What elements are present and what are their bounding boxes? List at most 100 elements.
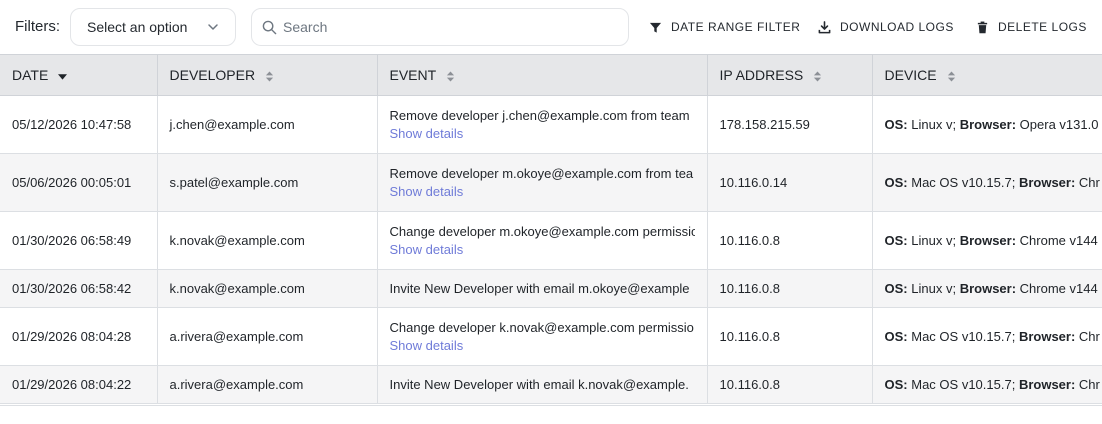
date-cell: 01/29/2026 08:04:28 — [0, 307, 158, 366]
os-value: Linux v; — [911, 117, 957, 132]
sort-icon — [446, 71, 454, 82]
browser-value: Opera v131.0 — [1019, 117, 1099, 132]
developer-cell: a.rivera@example.com — [157, 365, 378, 404]
developer-cell: a.rivera@example.com — [157, 307, 378, 366]
developer-cell: s.patel@example.com — [157, 153, 378, 212]
table-row[interactable]: 01/29/2026 08:04:22 a.rivera@example.com… — [0, 365, 1102, 404]
os-label: OS: — [884, 117, 908, 132]
date-cell: 05/06/2026 00:05:01 — [0, 153, 158, 212]
browser-value: Chr — [1078, 329, 1100, 344]
device-cell: OS: Mac OS v10.15.7; Browser: Chr — [872, 307, 1102, 366]
ip-address-cell: 178.158.215.59 — [707, 95, 873, 154]
funnel-icon — [649, 22, 662, 33]
os-label: OS: — [884, 281, 908, 296]
os-value: Mac OS v10.15.7; — [911, 175, 1016, 190]
table-row[interactable]: 01/30/2026 06:58:49 k.novak@example.com … — [0, 211, 1102, 270]
event-text: Remove developer j.chen@example.com from… — [389, 107, 690, 123]
device-cell: OS: Mac OS v10.15.7; Browser: Chr — [872, 365, 1102, 404]
download-logs-label: DOWNLOAD LOGS — [840, 20, 954, 34]
column-header-date-label: DATE — [12, 67, 49, 83]
developer-cell: k.novak@example.com — [157, 269, 378, 308]
event-text: Invite New Developer with email m.okoye@… — [389, 280, 690, 296]
browser-label: Browser: — [1018, 377, 1076, 392]
column-header-event[interactable]: EVENT — [377, 54, 708, 96]
device-cell: OS: Linux v; Browser: Chrome v144 — [872, 211, 1102, 270]
browser-value: Chr — [1078, 175, 1100, 190]
os-label: OS: — [884, 377, 908, 392]
filter-select[interactable]: Select an option — [70, 8, 236, 46]
chevron-down-icon — [208, 24, 218, 30]
os-value: Linux v; — [911, 233, 957, 248]
download-icon — [818, 20, 831, 33]
event-text: Change developer m.okoye@example.com per… — [389, 223, 695, 239]
show-details-link[interactable]: Show details — [390, 125, 695, 143]
column-header-ip-address-label: IP ADDRESS — [719, 67, 804, 83]
trash-icon — [977, 21, 988, 33]
event-cell: Remove developer j.chen@example.com from… — [377, 95, 708, 154]
column-header-developer[interactable]: DEVELOPER — [157, 54, 378, 96]
device-cell: OS: Linux v; Browser: Opera v131.0 — [872, 95, 1102, 154]
event-text: Invite New Developer with email k.novak@… — [389, 376, 689, 392]
search-input[interactable] — [283, 15, 613, 39]
column-header-ip-address[interactable]: IP ADDRESS — [707, 54, 873, 96]
column-header-developer-label: DEVELOPER — [169, 67, 256, 83]
table-row[interactable]: 05/12/2026 10:47:58 j.chen@example.com R… — [0, 95, 1102, 154]
delete-logs-label: DELETE LOGS — [998, 20, 1087, 34]
os-value: Mac OS v10.15.7; — [911, 329, 1016, 344]
browser-label: Browser: — [959, 281, 1017, 296]
logs-table: DATE DEVELOPER EVENT IP ADDRESS DEVICE 0… — [0, 54, 1102, 404]
column-header-date[interactable]: DATE — [0, 54, 158, 96]
show-details-link[interactable]: Show details — [390, 337, 695, 355]
browser-label: Browser: — [959, 117, 1017, 132]
search-box[interactable] — [251, 8, 629, 46]
date-cell: 01/30/2026 06:58:42 — [0, 269, 158, 308]
column-header-event-label: EVENT — [389, 67, 436, 83]
developer-cell: k.novak@example.com — [157, 211, 378, 270]
logs-table-container[interactable]: DATE DEVELOPER EVENT IP ADDRESS DEVICE 0… — [0, 54, 1102, 406]
column-header-device-label: DEVICE — [884, 67, 937, 83]
table-row[interactable]: 01/30/2026 06:58:42 k.novak@example.com … — [0, 269, 1102, 308]
sort-icon — [265, 71, 274, 82]
toolbar: Filters: Select an option DATE RANGE FIL… — [0, 0, 1102, 54]
sort-icon — [814, 71, 822, 82]
ip-address-cell: 10.116.0.8 — [707, 307, 873, 366]
os-label: OS: — [884, 329, 908, 344]
event-text: Remove developer m.okoye@example.com fro… — [389, 165, 694, 181]
browser-value: Chr — [1078, 377, 1100, 392]
ip-address-cell: 10.116.0.8 — [707, 365, 873, 404]
browser-label: Browser: — [1018, 329, 1076, 344]
table-row[interactable]: 05/06/2026 00:05:01 s.patel@example.com … — [0, 153, 1102, 212]
device-cell: OS: Linux v; Browser: Chrome v144 — [872, 269, 1102, 308]
browser-value: Chrome v144 — [1019, 281, 1098, 296]
browser-label: Browser: — [959, 233, 1017, 248]
browser-label: Browser: — [1018, 175, 1076, 190]
event-cell: Remove developer m.okoye@example.com fro… — [377, 153, 708, 212]
date-cell: 01/30/2026 06:58:49 — [0, 211, 158, 270]
date-range-filter-button[interactable]: DATE RANGE FILTER — [649, 18, 800, 36]
os-label: OS: — [884, 233, 908, 248]
event-cell: Change developer m.okoye@example.com per… — [377, 211, 708, 270]
show-details-link[interactable]: Show details — [390, 241, 695, 259]
date-cell: 01/29/2026 08:04:22 — [0, 365, 158, 404]
developer-cell: j.chen@example.com — [157, 95, 378, 154]
ip-address-cell: 10.116.0.8 — [707, 211, 873, 270]
table-row[interactable]: 01/29/2026 08:04:28 a.rivera@example.com… — [0, 307, 1102, 366]
download-logs-button[interactable]: DOWNLOAD LOGS — [818, 18, 954, 36]
delete-logs-button[interactable]: DELETE LOGS — [976, 18, 1087, 36]
ip-address-cell: 10.116.0.14 — [707, 153, 873, 212]
event-text: Change developer k.novak@example.com per… — [389, 319, 694, 335]
os-label: OS: — [884, 175, 908, 190]
browser-value: Chrome v144 — [1019, 233, 1098, 248]
date-cell: 05/12/2026 10:47:58 — [0, 95, 158, 154]
filter-select-value: Select an option — [87, 19, 188, 35]
sort-icon — [947, 71, 955, 82]
event-cell: Invite New Developer with email k.novak@… — [377, 365, 708, 404]
sort-descending-icon — [58, 74, 68, 80]
filters-label: Filters: — [15, 18, 60, 35]
ip-address-cell: 10.116.0.8 — [707, 269, 873, 308]
os-value: Linux v; — [911, 281, 957, 296]
os-value: Mac OS v10.15.7; — [911, 377, 1016, 392]
event-cell: Invite New Developer with email m.okoye@… — [377, 269, 708, 308]
column-header-device[interactable]: DEVICE — [872, 54, 1102, 96]
show-details-link[interactable]: Show details — [390, 183, 695, 201]
